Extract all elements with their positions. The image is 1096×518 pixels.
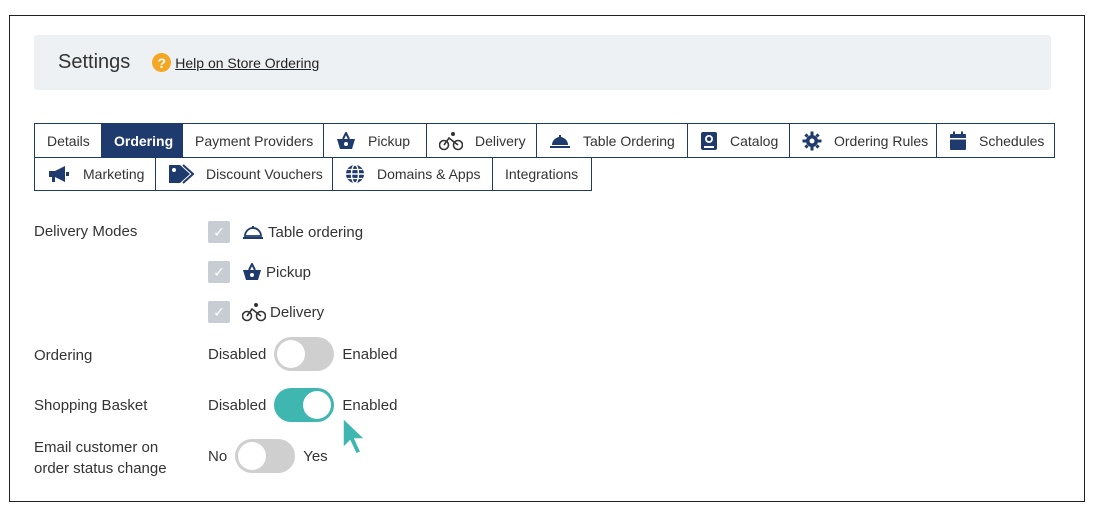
settings-header: Settings ? Help on Store Ordering [34, 35, 1051, 90]
shopping-basket-toggle[interactable] [274, 388, 335, 422]
tab-discount-vouchers[interactable]: Discount Vouchers [155, 157, 333, 191]
mouse-cursor-icon [341, 416, 371, 461]
ordering-label: Ordering [34, 347, 93, 364]
toggle-knob [238, 442, 267, 470]
tab-details[interactable]: Details [34, 123, 102, 158]
ordering-toggle-row: Disabled Enabled [208, 337, 397, 371]
basket-icon [242, 263, 262, 281]
shopping-basket-on-label: Enabled [342, 396, 398, 414]
email-customer-off-label: No [208, 447, 228, 465]
toggle-knob [277, 340, 306, 368]
ordering-on-label: Enabled [342, 345, 398, 363]
ordering-off-label: Disabled [208, 345, 267, 363]
gear-icon [802, 131, 822, 151]
delivery-mode-delivery[interactable]: ✓ Delivery [208, 301, 324, 323]
page-title: Settings [58, 51, 131, 73]
catalog-icon [700, 131, 718, 151]
tags-icon [168, 163, 194, 185]
delivery-checkbox[interactable]: ✓ [208, 301, 230, 323]
settings-panel: Settings ? Help on Store Ordering Detail… [9, 15, 1085, 502]
tab-row-2: Marketing Discount Vouchers Domains & Ap… [34, 157, 1055, 191]
ordering-toggle[interactable] [274, 337, 335, 371]
calendar-icon [949, 131, 967, 151]
email-customer-toggle[interactable] [235, 439, 296, 473]
tab-domains-apps[interactable]: Domains & Apps [332, 157, 493, 191]
tab-payment-providers[interactable]: Payment Providers [182, 123, 324, 158]
tab-table-ordering[interactable]: Table Ordering [536, 123, 688, 158]
shopping-basket-off-label: Disabled [208, 396, 267, 414]
tab-delivery[interactable]: Delivery [426, 123, 537, 158]
help-icon[interactable]: ? [152, 53, 172, 72]
delivery-mode-pickup[interactable]: ✓ Pickup [208, 261, 311, 283]
tab-integrations[interactable]: Integrations [492, 157, 592, 191]
basket-icon [336, 131, 356, 150]
tab-catalog[interactable]: Catalog [687, 123, 790, 158]
delivery-modes-label: Delivery Modes [34, 223, 138, 240]
cloche-icon [549, 133, 571, 149]
email-customer-toggle-row: No Yes [208, 439, 328, 473]
toggle-knob [303, 391, 332, 419]
megaphone-icon [47, 165, 71, 183]
tab-row-1: Details Ordering Payment Providers Picku… [34, 123, 1055, 158]
globe-icon [345, 164, 365, 184]
tab-schedules[interactable]: Schedules [936, 123, 1055, 158]
table-ordering-checkbox[interactable]: ✓ [208, 221, 230, 243]
delivery-mode-table-ordering[interactable]: ✓ Table ordering [208, 221, 363, 243]
bicycle-icon [242, 302, 266, 322]
email-customer-label: Email customer on order status change [34, 439, 167, 477]
settings-tabs: Details Ordering Payment Providers Picku… [34, 123, 1055, 191]
tab-ordering-rules[interactable]: Ordering Rules [789, 123, 937, 158]
cloche-icon [242, 224, 264, 240]
shopping-basket-label: Shopping Basket [34, 397, 148, 414]
tab-pickup[interactable]: Pickup [323, 123, 427, 158]
tab-marketing[interactable]: Marketing [34, 157, 156, 191]
help-link[interactable]: Help on Store Ordering [175, 55, 319, 71]
pickup-checkbox[interactable]: ✓ [208, 261, 230, 283]
email-customer-on-label: Yes [303, 447, 328, 465]
tab-ordering[interactable]: Ordering [101, 123, 183, 158]
bicycle-icon [439, 131, 463, 151]
